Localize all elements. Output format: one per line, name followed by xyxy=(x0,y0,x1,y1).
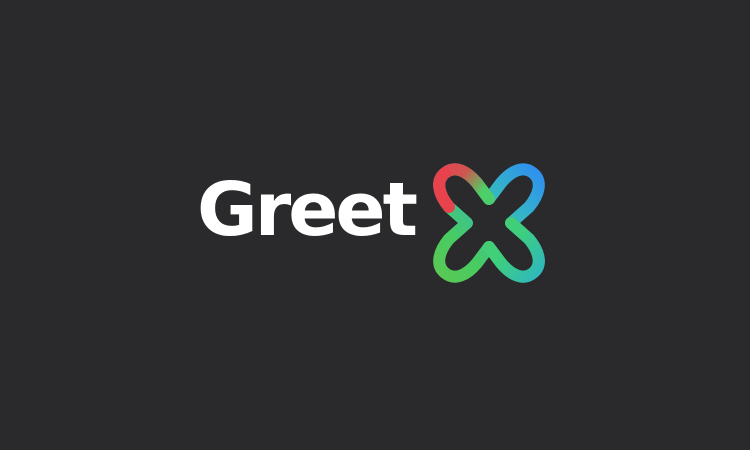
x-mark-icon xyxy=(433,163,545,283)
logo-wordmark: Greet xyxy=(197,167,418,253)
splash-screen: { "brand": { "wordmark": "Greet", "logo_… xyxy=(0,0,750,450)
greetx-logo: Greet xyxy=(197,155,557,290)
